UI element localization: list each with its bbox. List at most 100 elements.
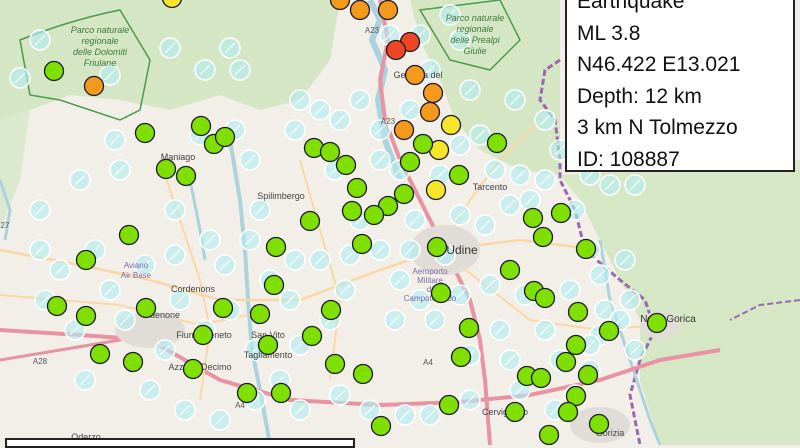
earthquake-marker-green[interactable] <box>155 158 177 180</box>
earthquake-marker-red[interactable] <box>385 39 407 61</box>
earthquake-marker-green[interactable] <box>448 164 470 186</box>
earthquake-marker-green[interactable] <box>458 317 480 339</box>
earthquake-marker-green[interactable] <box>75 305 97 327</box>
earthquake-marker-green[interactable] <box>122 351 144 373</box>
earthquake-marker-green[interactable] <box>565 334 587 356</box>
earthquake-marker-orange[interactable] <box>419 101 441 123</box>
park-label: Giulie <box>463 46 486 56</box>
earthquake-marker-green[interactable] <box>532 226 554 248</box>
earthquake-marker-green[interactable] <box>118 224 140 246</box>
earthquake-marker-green[interactable] <box>263 274 285 296</box>
event-coordinates: N46.422 E13.021 <box>577 53 741 76</box>
earthquake-marker-green[interactable] <box>299 210 321 232</box>
earthquake-marker-green[interactable] <box>575 238 597 260</box>
earthquake-marker-green[interactable] <box>89 343 111 365</box>
earthquake-marker-green[interactable] <box>450 346 472 368</box>
earthquake-marker-orange[interactable] <box>83 75 105 97</box>
earthquake-marker-green[interactable] <box>341 200 363 222</box>
earthquake-marker-green[interactable] <box>270 382 292 404</box>
earthquake-marker-green[interactable] <box>190 115 212 137</box>
earthquake-marker-green[interactable] <box>550 202 572 224</box>
earthquake-marker-green[interactable] <box>249 303 271 325</box>
town-label: Tarcento <box>473 182 508 192</box>
earthquake-marker-green[interactable] <box>182 358 204 380</box>
earthquake-marker-green[interactable] <box>538 424 560 445</box>
town-label: Cordenons <box>171 284 216 294</box>
park-label: delle Prealpi <box>450 35 501 45</box>
earthquake-marker-green[interactable] <box>43 60 65 82</box>
earthquake-marker-green[interactable] <box>363 204 385 226</box>
earthquake-marker-green[interactable] <box>135 297 157 319</box>
event-depth: Depth: 12 km <box>577 84 702 108</box>
road-label: A4 <box>423 358 433 367</box>
earthquake-marker-green[interactable] <box>320 299 342 321</box>
earthquake-marker-green[interactable] <box>301 325 323 347</box>
earthquake-marker-green[interactable] <box>319 141 341 163</box>
earthquake-marker-green[interactable] <box>534 287 556 309</box>
earthquake-marker-green[interactable] <box>175 165 197 187</box>
earthquake-marker-green[interactable] <box>522 207 544 229</box>
earthquake-marker-green[interactable] <box>134 122 156 144</box>
park-label: regionale <box>456 24 493 34</box>
earthquake-marker-yellow[interactable] <box>425 179 447 201</box>
road-label: 27 <box>1 221 10 230</box>
earthquake-marker-green[interactable] <box>236 382 258 404</box>
event-info-panel: Earthquake ML 3.8 N46.422 E13.021 Depth:… <box>565 0 795 172</box>
earthquake-marker-green[interactable] <box>598 320 620 342</box>
road-label: A23 <box>365 26 380 35</box>
park-label: delle Dolomiti <box>73 47 128 57</box>
earthquake-marker-green[interactable] <box>588 413 610 435</box>
earthquake-marker-green[interactable] <box>555 351 577 373</box>
airport-label: Aviano <box>124 261 149 270</box>
legend-panel <box>5 438 355 448</box>
earthquake-marker-green[interactable] <box>75 249 97 271</box>
mountain-forest-west <box>0 0 340 120</box>
earthquake-marker-green[interactable] <box>192 324 214 346</box>
earthquake-marker-green[interactable] <box>530 367 552 389</box>
earthquake-marker-green[interactable] <box>214 126 236 148</box>
earthquake-marker-green[interactable] <box>567 301 589 323</box>
earthquake-marker-green[interactable] <box>324 353 346 375</box>
earthquake-marker-green[interactable] <box>346 177 368 199</box>
event-location: 3 km N Tolmezzo <box>577 116 738 139</box>
earthquake-marker-orange[interactable] <box>377 0 399 21</box>
earthquake-marker-green[interactable] <box>399 151 421 173</box>
earthquake-marker-green[interactable] <box>646 312 668 334</box>
earthquake-marker-green[interactable] <box>335 154 357 176</box>
earthquake-marker-green[interactable] <box>46 295 68 317</box>
earthquake-marker-green[interactable] <box>351 233 373 255</box>
earthquake-marker-green[interactable] <box>370 415 392 437</box>
airport-label: Aeroporto <box>412 267 448 276</box>
earthquake-marker-green[interactable] <box>499 259 521 281</box>
airport-label: Air Base <box>121 271 152 280</box>
earthquake-marker-orange[interactable] <box>404 64 426 86</box>
earthquake-marker-green[interactable] <box>504 401 526 423</box>
earthquake-marker-green[interactable] <box>212 297 234 319</box>
road-label: A28 <box>33 357 48 366</box>
earthquake-marker-yellow[interactable] <box>440 114 462 136</box>
earthquake-marker-green[interactable] <box>352 363 374 385</box>
earthquake-marker-green[interactable] <box>412 133 434 155</box>
earthquake-marker-orange[interactable] <box>422 82 444 104</box>
earthquake-marker-green[interactable] <box>426 236 448 258</box>
earthquake-marker-green[interactable] <box>257 334 279 356</box>
earthquake-marker-green[interactable] <box>393 183 415 205</box>
earthquake-marker-green[interactable] <box>265 236 287 258</box>
event-id: ID: 108887 <box>577 147 680 171</box>
park-label: regionale <box>81 36 118 46</box>
road-label: A23 <box>381 117 396 126</box>
earthquake-marker-green[interactable] <box>577 364 599 386</box>
earthquake-marker-orange[interactable] <box>393 119 415 141</box>
earthquake-marker-orange[interactable] <box>349 0 371 21</box>
earthquake-marker-green[interactable] <box>557 401 579 423</box>
park-label: Parco naturale <box>71 25 130 35</box>
city-label-udine: Udine <box>446 243 478 257</box>
event-title: Earthquake <box>577 0 685 13</box>
town-label: Spilimbergo <box>257 191 305 201</box>
earthquake-marker-green[interactable] <box>486 132 508 154</box>
park-label: Parco naturale <box>446 13 505 23</box>
earthquake-marker-green[interactable] <box>438 394 460 416</box>
park-label: Friulane <box>84 58 117 68</box>
event-magnitude: ML 3.8 <box>577 21 641 45</box>
earthquake-marker-green[interactable] <box>430 282 452 304</box>
